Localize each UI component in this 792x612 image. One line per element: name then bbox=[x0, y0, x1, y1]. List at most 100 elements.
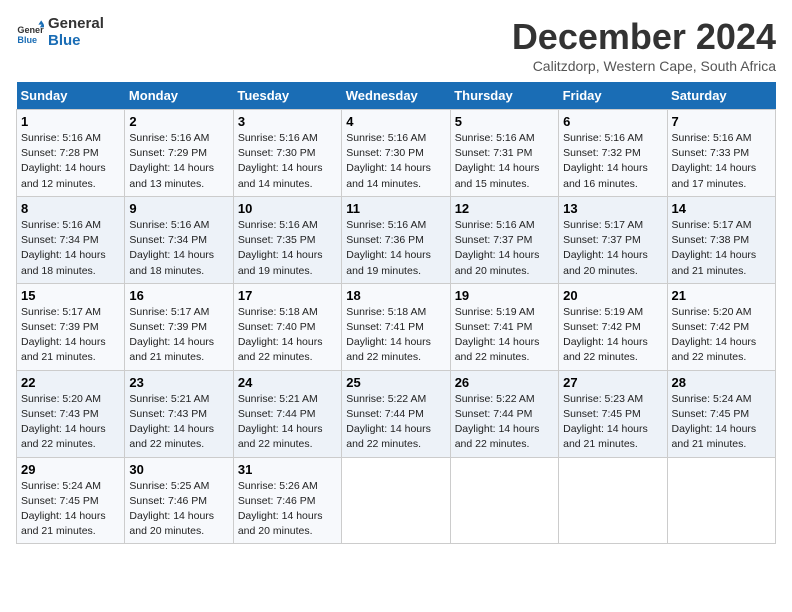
day-info: Sunrise: 5:16 AMSunset: 7:37 PMDaylight:… bbox=[455, 218, 554, 279]
day-cell bbox=[559, 457, 667, 544]
page-header: General Blue General Blue December 2024 … bbox=[16, 16, 776, 74]
day-cell: 23 Sunrise: 5:21 AMSunset: 7:43 PMDayligh… bbox=[125, 370, 233, 457]
svg-text:General: General bbox=[17, 25, 44, 35]
day-info: Sunrise: 5:16 AMSunset: 7:30 PMDaylight:… bbox=[346, 131, 445, 192]
day-cell: 15Sunrise: 5:17 AMSunset: 7:39 PMDayligh… bbox=[17, 283, 125, 370]
day-number: 24 bbox=[238, 375, 337, 390]
day-number: 9 bbox=[129, 201, 228, 216]
day-info: Sunrise: 5:19 AMSunset: 7:42 PMDaylight:… bbox=[563, 305, 662, 366]
day-info: Sunrise: 5:26 AMSunset: 7:46 PMDaylight:… bbox=[238, 479, 337, 540]
day-cell: 12Sunrise: 5:16 AMSunset: 7:37 PMDayligh… bbox=[450, 196, 558, 283]
day-cell: 1 Sunrise: 5:16 AMSunset: 7:28 PMDaylight… bbox=[17, 110, 125, 197]
week-row-2: 8 Sunrise: 5:16 AMSunset: 7:34 PMDaylight… bbox=[17, 196, 776, 283]
day-info: Sunrise: 5:20 AMSunset: 7:43 PMDaylight:… bbox=[21, 392, 120, 453]
day-cell: 5 Sunrise: 5:16 AMSunset: 7:31 PMDaylight… bbox=[450, 110, 558, 197]
day-info: Sunrise: 5:16 AMSunset: 7:34 PMDaylight:… bbox=[129, 218, 228, 279]
day-cell: 22 Sunrise: 5:20 AMSunset: 7:43 PMDayligh… bbox=[17, 370, 125, 457]
svg-text:Blue: Blue bbox=[17, 34, 37, 44]
day-cell: 28 Sunrise: 5:24 AMSunset: 7:45 PMDayligh… bbox=[667, 370, 775, 457]
day-cell: 25 Sunrise: 5:22 AMSunset: 7:44 PMDayligh… bbox=[342, 370, 450, 457]
day-info: Sunrise: 5:17 AMSunset: 7:39 PMDaylight:… bbox=[129, 305, 228, 366]
day-cell: 6Sunrise: 5:16 AMSunset: 7:32 PMDaylight… bbox=[559, 110, 667, 197]
day-info: Sunrise: 5:21 AMSunset: 7:44 PMDaylight:… bbox=[238, 392, 337, 453]
day-cell: 24 Sunrise: 5:21 AMSunset: 7:44 PMDayligh… bbox=[233, 370, 341, 457]
day-number: 13 bbox=[563, 201, 662, 216]
day-cell: 9 Sunrise: 5:16 AMSunset: 7:34 PMDaylight… bbox=[125, 196, 233, 283]
title-block: December 2024 Calitzdorp, Western Cape, … bbox=[512, 16, 776, 74]
day-cell: 4 Sunrise: 5:16 AMSunset: 7:30 PMDaylight… bbox=[342, 110, 450, 197]
logo: General Blue General Blue bbox=[16, 16, 104, 49]
header-sunday: Sunday bbox=[17, 82, 125, 110]
day-number: 17 bbox=[238, 288, 337, 303]
day-info: Sunrise: 5:16 AMSunset: 7:28 PMDaylight:… bbox=[21, 131, 120, 192]
day-number: 8 bbox=[21, 201, 120, 216]
day-cell: 18 Sunrise: 5:18 AMSunset: 7:41 PMDayligh… bbox=[342, 283, 450, 370]
day-cell bbox=[342, 457, 450, 544]
header-thursday: Thursday bbox=[450, 82, 558, 110]
day-info: Sunrise: 5:18 AMSunset: 7:40 PMDaylight:… bbox=[238, 305, 337, 366]
week-row-4: 22 Sunrise: 5:20 AMSunset: 7:43 PMDayligh… bbox=[17, 370, 776, 457]
day-number: 15 bbox=[21, 288, 120, 303]
day-number: 22 bbox=[21, 375, 120, 390]
day-info: Sunrise: 5:16 AMSunset: 7:33 PMDaylight:… bbox=[672, 131, 771, 192]
day-info: Sunrise: 5:17 AMSunset: 7:37 PMDaylight:… bbox=[563, 218, 662, 279]
day-number: 10 bbox=[238, 201, 337, 216]
day-number: 11 bbox=[346, 201, 445, 216]
day-info: Sunrise: 5:16 AMSunset: 7:29 PMDaylight:… bbox=[129, 131, 228, 192]
day-number: 21 bbox=[672, 288, 771, 303]
day-info: Sunrise: 5:21 AMSunset: 7:43 PMDaylight:… bbox=[129, 392, 228, 453]
day-cell: 3 Sunrise: 5:16 AMSunset: 7:30 PMDaylight… bbox=[233, 110, 341, 197]
calendar-table: SundayMondayTuesdayWednesdayThursdayFrid… bbox=[16, 82, 776, 544]
day-number: 14 bbox=[672, 201, 771, 216]
day-cell bbox=[667, 457, 775, 544]
day-info: Sunrise: 5:24 AMSunset: 7:45 PMDaylight:… bbox=[21, 479, 120, 540]
logo-line2: Blue bbox=[48, 33, 104, 50]
day-number: 5 bbox=[455, 114, 554, 129]
day-cell: 26 Sunrise: 5:22 AMSunset: 7:44 PMDayligh… bbox=[450, 370, 558, 457]
day-info: Sunrise: 5:16 AMSunset: 7:31 PMDaylight:… bbox=[455, 131, 554, 192]
day-number: 16 bbox=[129, 288, 228, 303]
day-cell: 10Sunrise: 5:16 AMSunset: 7:35 PMDayligh… bbox=[233, 196, 341, 283]
header-saturday: Saturday bbox=[667, 82, 775, 110]
day-cell: 27Sunrise: 5:23 AMSunset: 7:45 PMDayligh… bbox=[559, 370, 667, 457]
day-number: 26 bbox=[455, 375, 554, 390]
day-cell: 8Sunrise: 5:16 AMSunset: 7:34 PMDaylight… bbox=[17, 196, 125, 283]
day-cell: 20 Sunrise: 5:19 AMSunset: 7:42 PMDayligh… bbox=[559, 283, 667, 370]
day-number: 28 bbox=[672, 375, 771, 390]
day-number: 1 bbox=[21, 114, 120, 129]
header-tuesday: Tuesday bbox=[233, 82, 341, 110]
day-cell: 16 Sunrise: 5:17 AMSunset: 7:39 PMDayligh… bbox=[125, 283, 233, 370]
calendar-header-row: SundayMondayTuesdayWednesdayThursdayFrid… bbox=[17, 82, 776, 110]
day-info: Sunrise: 5:16 AMSunset: 7:30 PMDaylight:… bbox=[238, 131, 337, 192]
day-cell: 21 Sunrise: 5:20 AMSunset: 7:42 PMDayligh… bbox=[667, 283, 775, 370]
day-cell: 30 Sunrise: 5:25 AMSunset: 7:46 PMDayligh… bbox=[125, 457, 233, 544]
day-number: 19 bbox=[455, 288, 554, 303]
week-row-1: 1 Sunrise: 5:16 AMSunset: 7:28 PMDaylight… bbox=[17, 110, 776, 197]
day-info: Sunrise: 5:24 AMSunset: 7:45 PMDaylight:… bbox=[672, 392, 771, 453]
month-title: December 2024 bbox=[512, 16, 776, 58]
day-info: Sunrise: 5:18 AMSunset: 7:41 PMDaylight:… bbox=[346, 305, 445, 366]
day-number: 3 bbox=[238, 114, 337, 129]
day-info: Sunrise: 5:16 AMSunset: 7:36 PMDaylight:… bbox=[346, 218, 445, 279]
day-info: Sunrise: 5:25 AMSunset: 7:46 PMDaylight:… bbox=[129, 479, 228, 540]
day-number: 25 bbox=[346, 375, 445, 390]
day-number: 23 bbox=[129, 375, 228, 390]
day-number: 20 bbox=[563, 288, 662, 303]
day-number: 29 bbox=[21, 462, 120, 477]
day-cell: 19Sunrise: 5:19 AMSunset: 7:41 PMDayligh… bbox=[450, 283, 558, 370]
day-info: Sunrise: 5:22 AMSunset: 7:44 PMDaylight:… bbox=[346, 392, 445, 453]
header-monday: Monday bbox=[125, 82, 233, 110]
day-cell: 31Sunrise: 5:26 AMSunset: 7:46 PMDayligh… bbox=[233, 457, 341, 544]
day-number: 18 bbox=[346, 288, 445, 303]
day-number: 4 bbox=[346, 114, 445, 129]
week-row-5: 29 Sunrise: 5:24 AMSunset: 7:45 PMDayligh… bbox=[17, 457, 776, 544]
day-cell: 13 Sunrise: 5:17 AMSunset: 7:37 PMDayligh… bbox=[559, 196, 667, 283]
day-cell: 11 Sunrise: 5:16 AMSunset: 7:36 PMDayligh… bbox=[342, 196, 450, 283]
day-number: 30 bbox=[129, 462, 228, 477]
day-cell: 14Sunrise: 5:17 AMSunset: 7:38 PMDayligh… bbox=[667, 196, 775, 283]
day-info: Sunrise: 5:20 AMSunset: 7:42 PMDaylight:… bbox=[672, 305, 771, 366]
logo-line1: General bbox=[48, 16, 104, 33]
day-cell bbox=[450, 457, 558, 544]
header-wednesday: Wednesday bbox=[342, 82, 450, 110]
day-info: Sunrise: 5:22 AMSunset: 7:44 PMDaylight:… bbox=[455, 392, 554, 453]
